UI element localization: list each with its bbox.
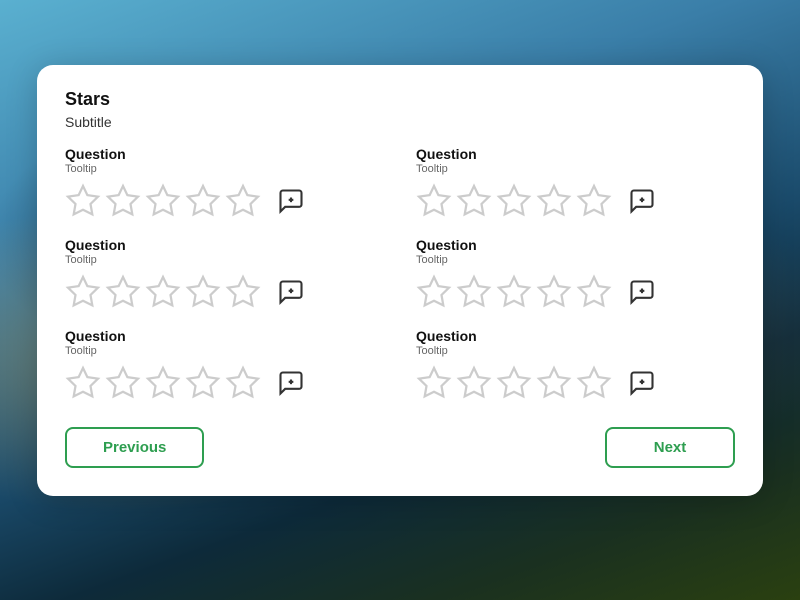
star-1-3[interactable]	[145, 183, 181, 219]
star-2-1[interactable]	[416, 183, 452, 219]
question-label-3: Question	[65, 237, 384, 253]
star-5-4[interactable]	[185, 365, 221, 401]
next-button[interactable]: Next	[605, 427, 735, 468]
question-tooltip-1: Tooltip	[65, 163, 384, 175]
star-5-5[interactable]	[225, 365, 261, 401]
star-3-2[interactable]	[105, 274, 141, 310]
stars-row-3	[65, 274, 384, 310]
star-3-5[interactable]	[225, 274, 261, 310]
star-3-4[interactable]	[185, 274, 221, 310]
question-label-2: Question	[416, 146, 735, 162]
comment-icon-6[interactable]	[626, 367, 658, 399]
comment-icon-3[interactable]	[275, 276, 307, 308]
stars-row-6	[416, 365, 735, 401]
star-4-3[interactable]	[496, 274, 532, 310]
card-title: Stars	[65, 89, 735, 110]
stars-3	[65, 274, 261, 310]
question-block-4: Question Tooltip	[416, 237, 735, 310]
question-label-1: Question	[65, 146, 384, 162]
comment-icon-5[interactable]	[275, 367, 307, 399]
questions-grid: Question Tooltip	[65, 146, 735, 419]
star-5-3[interactable]	[145, 365, 181, 401]
stars-row-5	[65, 365, 384, 401]
previous-button[interactable]: Previous	[65, 427, 204, 468]
nav-row: Previous Next	[65, 427, 735, 468]
star-5-1[interactable]	[65, 365, 101, 401]
star-2-3[interactable]	[496, 183, 532, 219]
star-6-1[interactable]	[416, 365, 452, 401]
stars-1	[65, 183, 261, 219]
star-4-4[interactable]	[536, 274, 572, 310]
question-tooltip-5: Tooltip	[65, 345, 384, 357]
question-block-6: Question Tooltip	[416, 328, 735, 401]
star-2-4[interactable]	[536, 183, 572, 219]
star-2-5[interactable]	[576, 183, 612, 219]
star-6-2[interactable]	[456, 365, 492, 401]
question-tooltip-3: Tooltip	[65, 254, 384, 266]
stars-2	[416, 183, 612, 219]
star-4-1[interactable]	[416, 274, 452, 310]
star-6-5[interactable]	[576, 365, 612, 401]
comment-icon-4[interactable]	[626, 276, 658, 308]
stars-row-4	[416, 274, 735, 310]
comment-icon-2[interactable]	[626, 185, 658, 217]
question-label-5: Question	[65, 328, 384, 344]
stars-6	[416, 365, 612, 401]
question-tooltip-6: Tooltip	[416, 345, 735, 357]
star-1-1[interactable]	[65, 183, 101, 219]
star-4-5[interactable]	[576, 274, 612, 310]
star-3-1[interactable]	[65, 274, 101, 310]
stars-row-1	[65, 183, 384, 219]
question-tooltip-4: Tooltip	[416, 254, 735, 266]
star-1-5[interactable]	[225, 183, 261, 219]
card-subtitle: Subtitle	[65, 114, 735, 130]
stars-5	[65, 365, 261, 401]
stars-row-2	[416, 183, 735, 219]
star-1-4[interactable]	[185, 183, 221, 219]
star-4-2[interactable]	[456, 274, 492, 310]
question-block-5: Question Tooltip	[65, 328, 384, 401]
stars-4	[416, 274, 612, 310]
question-tooltip-2: Tooltip	[416, 163, 735, 175]
question-label-4: Question	[416, 237, 735, 253]
question-block-1: Question Tooltip	[65, 146, 384, 219]
survey-card: Stars Subtitle Question Tooltip	[37, 65, 763, 496]
star-3-3[interactable]	[145, 274, 181, 310]
star-1-2[interactable]	[105, 183, 141, 219]
comment-icon-1[interactable]	[275, 185, 307, 217]
star-6-4[interactable]	[536, 365, 572, 401]
question-block-2: Question Tooltip	[416, 146, 735, 219]
star-6-3[interactable]	[496, 365, 532, 401]
question-block-3: Question Tooltip	[65, 237, 384, 310]
question-label-6: Question	[416, 328, 735, 344]
star-2-2[interactable]	[456, 183, 492, 219]
star-5-2[interactable]	[105, 365, 141, 401]
